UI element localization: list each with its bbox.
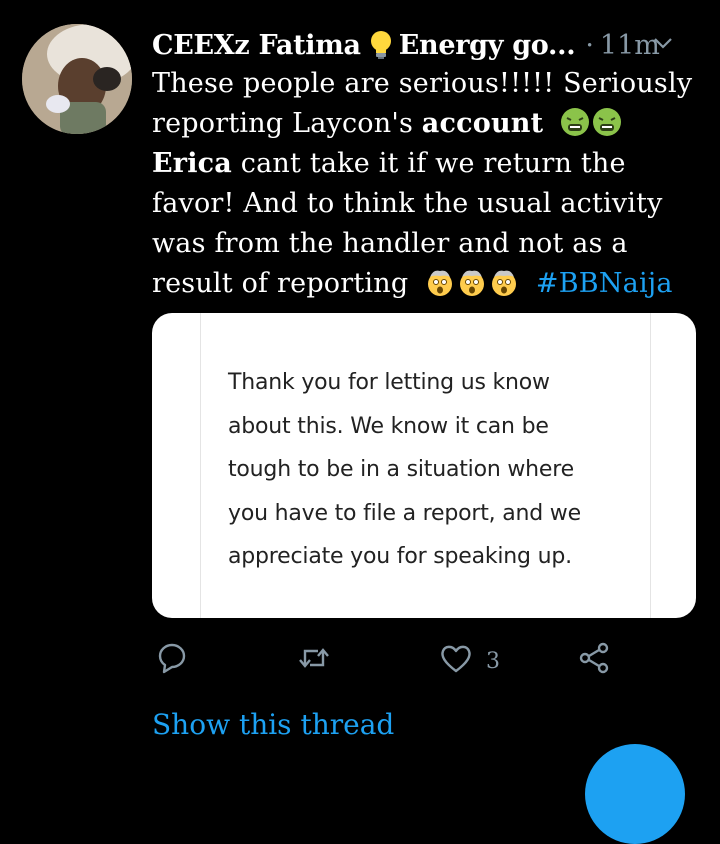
show-thread-link[interactable]: Show this thread [152, 708, 394, 741]
like-count: 3 [486, 648, 500, 674]
chevron-down-icon[interactable] [652, 30, 674, 52]
tweet-line: result of reporting #BBNaija [152, 264, 700, 304]
divider [650, 313, 651, 618]
share-button[interactable] [576, 640, 612, 682]
action-bar: 3 [152, 640, 622, 680]
like-button[interactable]: 3 [438, 640, 500, 682]
retweet-button[interactable] [296, 640, 332, 682]
exploding-head-icon [457, 267, 487, 297]
image-text-line: tough to be in a situation where [228, 457, 574, 482]
tweet-text: These people are serious!!!!! Seriously … [152, 64, 700, 304]
reply-button[interactable] [154, 640, 190, 682]
author-name[interactable]: CEEXz Fatima [152, 30, 361, 61]
tweet-line: reporting Laycon's account [152, 104, 700, 144]
exploding-head-icon [489, 267, 519, 297]
tweet-line: Erica cant take it if we return the [152, 144, 700, 184]
share-icon [576, 640, 612, 682]
divider [200, 313, 201, 618]
compose-tweet-button[interactable] [585, 744, 685, 844]
tweet-text-segment: reporting Laycon's [152, 108, 422, 139]
tweet-header: CEEXz Fatima Energy go... · 11m [152, 26, 700, 64]
hashtag-link[interactable]: #BBNaija [536, 268, 673, 299]
attached-image-text: Thank you for letting us know about this… [228, 361, 648, 579]
light-bulb-icon [369, 30, 393, 60]
retweet-icon [296, 640, 332, 682]
image-text-line: about this. We know it can be [228, 413, 549, 439]
image-text-line: you have to file a report, and we [228, 500, 581, 526]
avatar[interactable] [22, 24, 132, 134]
tweet-text-bold: Erica [152, 148, 232, 179]
attached-image[interactable]: Thank you for letting us know about this… [152, 313, 696, 618]
tweet-text-bold: account [421, 108, 544, 139]
tweet-text-segment: cant take it if we return the [232, 148, 626, 179]
nauseated-face-icon [560, 107, 590, 137]
tweet-line: was from the handler and not as a [152, 228, 628, 259]
image-text-line: appreciate you for speaking up. [228, 544, 572, 569]
tweet-line: These people are serious!!!!! Seriously [152, 68, 693, 99]
tweet-line: favor! And to think the usual activity [152, 188, 663, 219]
nauseated-face-icon [592, 107, 622, 137]
separator-dot: · [585, 29, 594, 61]
author-name-suffix[interactable]: Energy go... [399, 30, 576, 61]
image-text-line: Thank you for letting us know [228, 370, 550, 395]
heart-icon [438, 640, 474, 682]
exploding-head-icon [425, 267, 455, 297]
tweet-text-segment: result of reporting [152, 268, 409, 299]
timestamp[interactable]: 11m [600, 30, 660, 61]
reply-icon [154, 640, 190, 682]
